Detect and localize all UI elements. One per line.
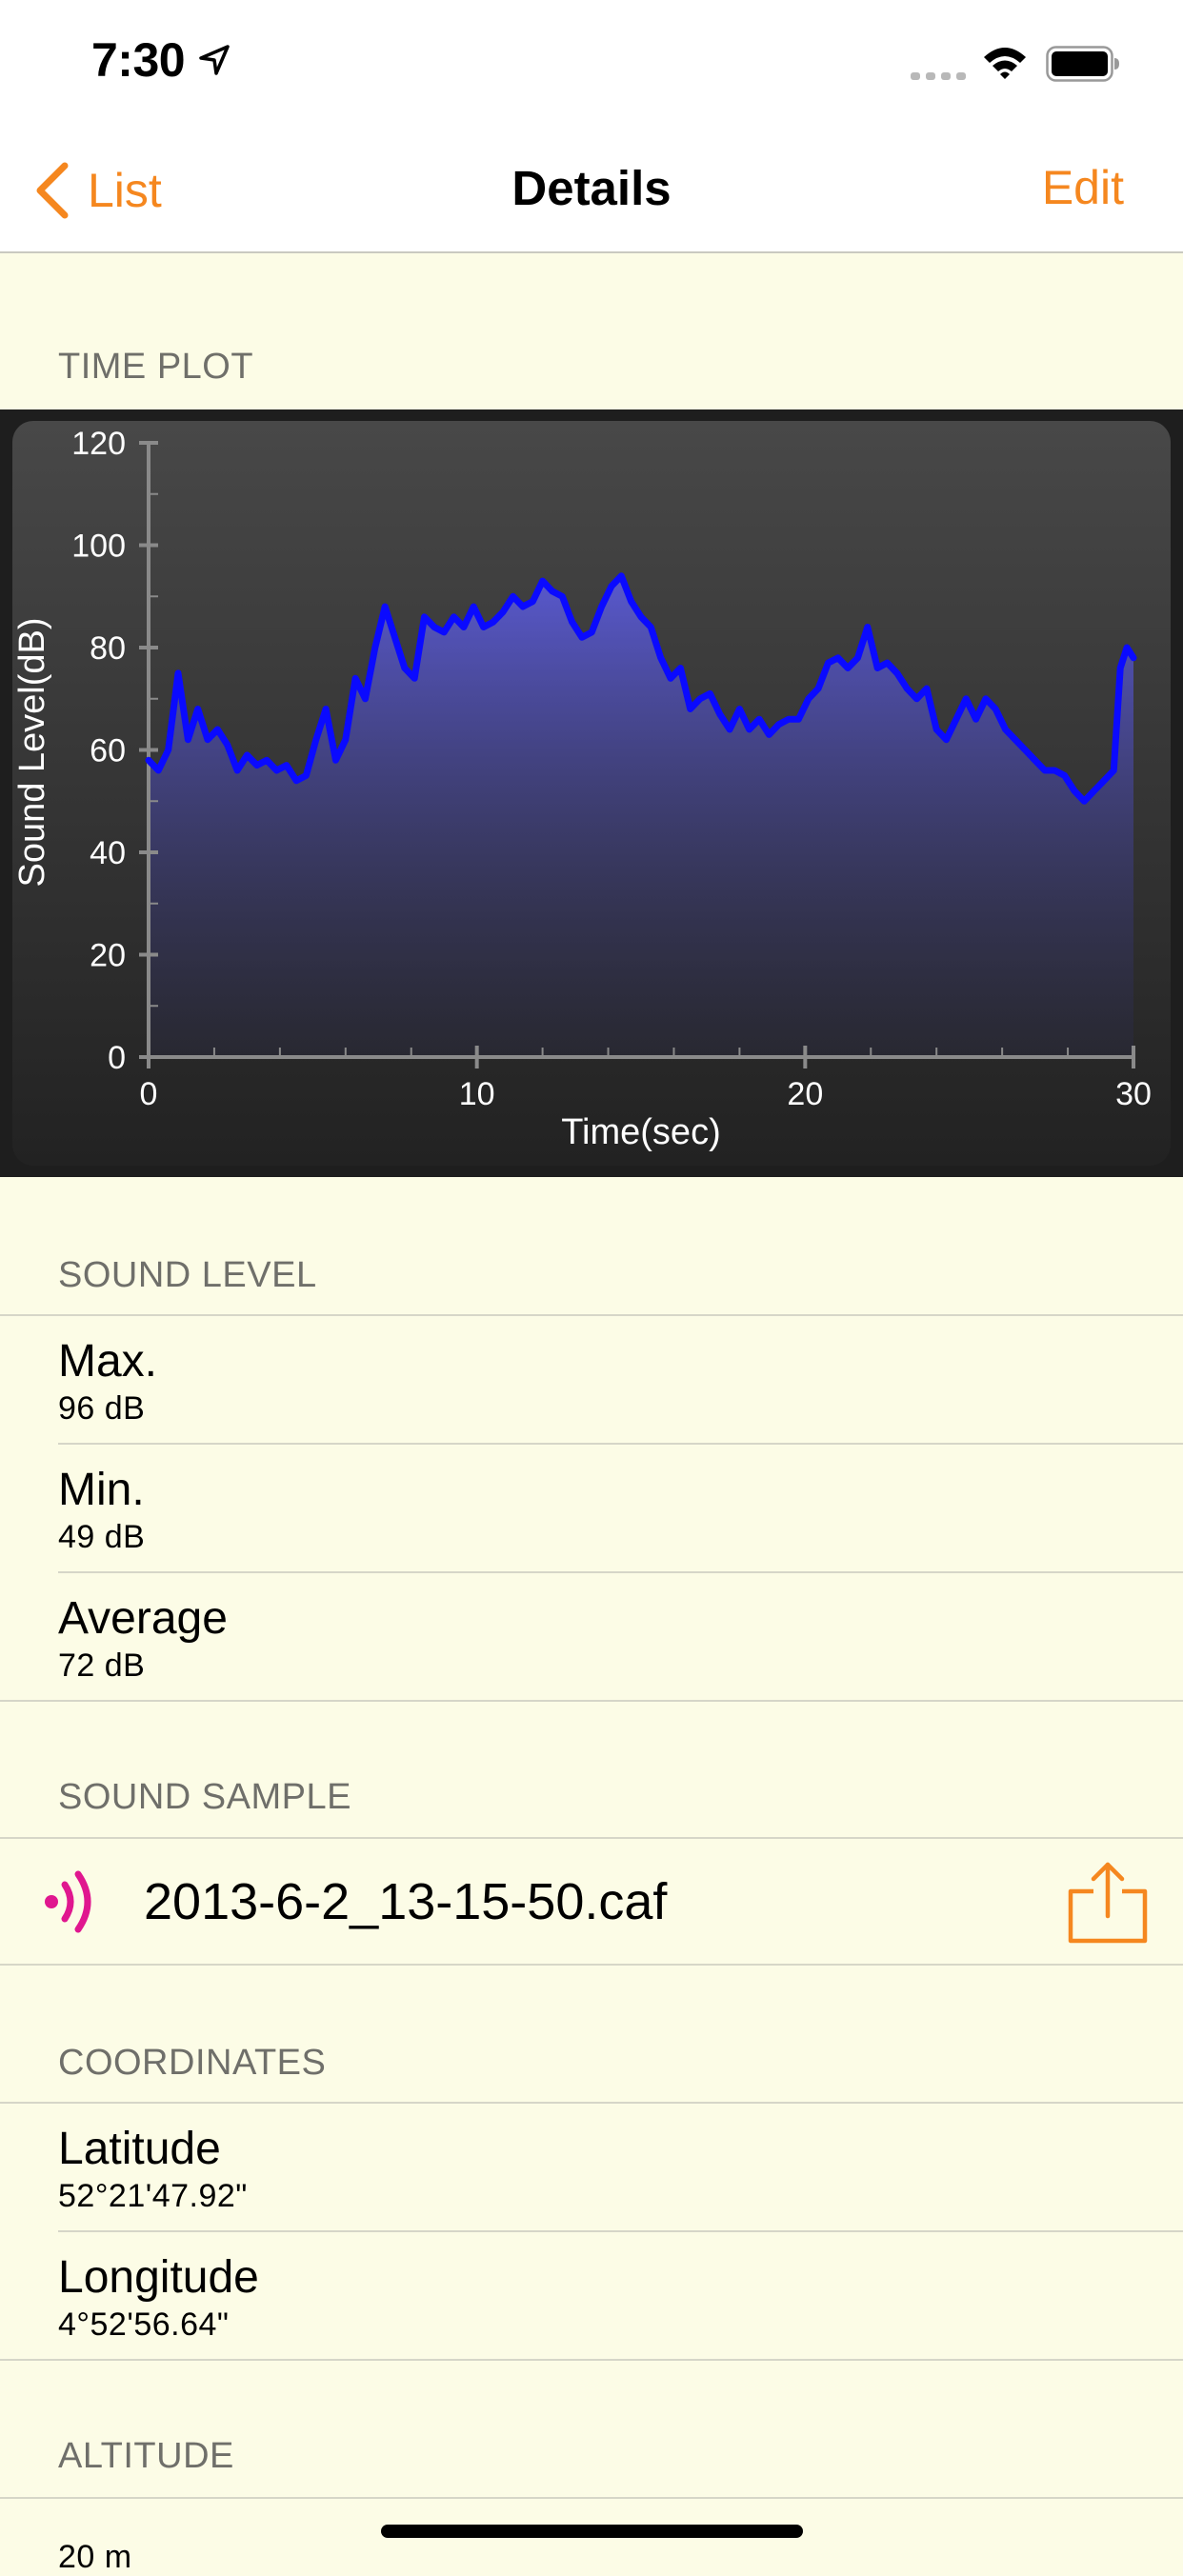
x-axis-label: Time(sec) xyxy=(561,1112,720,1152)
section-header-sound-sample: SOUND SAMPLE xyxy=(58,1777,351,1817)
y-tick-label: 120 xyxy=(71,426,126,462)
min-label: Min. xyxy=(58,1465,145,1515)
max-value: 96 dB xyxy=(58,1390,146,1427)
y-axis-label: Sound Level(dB) xyxy=(12,617,52,887)
status-time: 7:30 xyxy=(91,33,186,87)
share-icon[interactable] xyxy=(1065,1861,1151,1945)
y-tick-label: 20 xyxy=(90,938,126,974)
altitude-value: 20 m xyxy=(58,2539,132,2575)
section-header-coordinates: COORDINATES xyxy=(58,2043,327,2083)
list-item-min: Min. 49 dB xyxy=(0,1445,1183,1572)
longitude-value: 4°52'56.64" xyxy=(58,2306,230,2343)
y-tick-label: 100 xyxy=(71,529,126,565)
back-button[interactable]: List xyxy=(32,162,162,219)
x-tick-label: 20 xyxy=(787,1076,823,1112)
divider xyxy=(0,2359,1183,2361)
location-arrow-icon xyxy=(199,45,230,75)
y-tick-label: 40 xyxy=(90,835,126,871)
wifi-icon xyxy=(984,48,1026,79)
back-button-label: List xyxy=(88,164,162,217)
battery-icon xyxy=(1046,46,1119,82)
average-label: Average xyxy=(58,1593,228,1644)
y-tick-label: 60 xyxy=(90,733,126,769)
latitude-value: 52°21'47.92" xyxy=(58,2178,248,2214)
home-indicator xyxy=(381,2525,803,2538)
max-label: Max. xyxy=(58,1336,158,1387)
divider xyxy=(0,1700,1183,1702)
section-header-sound-level: SOUND LEVEL xyxy=(58,1255,317,1295)
edit-button[interactable]: Edit xyxy=(1042,160,1124,215)
navigation-bar: Details List Edit xyxy=(0,126,1183,253)
y-tick-label: 0 xyxy=(108,1040,126,1076)
latitude-label: Latitude xyxy=(58,2124,221,2174)
cellular-signal-icon xyxy=(911,72,966,80)
longitude-label: Longitude xyxy=(58,2252,259,2303)
average-value: 72 dB xyxy=(58,1647,146,1684)
sound-sample-row[interactable]: 2013-6-2_13-15-50.caf xyxy=(0,1838,1183,1964)
divider xyxy=(0,1964,1183,1966)
section-header-altitude: ALTITUDE xyxy=(58,2436,234,2476)
x-tick-label: 30 xyxy=(1115,1076,1152,1112)
list-item-average: Average 72 dB xyxy=(0,1573,1183,1701)
chart-canvas: 0 20 40 60 80 100 120 0 10 20 30 Time(sec) Sound Lev… xyxy=(12,421,1171,1166)
page-title: Details xyxy=(511,161,672,215)
list-item-longitude: Longitude 4°52'56.64" xyxy=(0,2232,1183,2360)
list-item-max: Max. 96 dB xyxy=(0,1316,1183,1444)
min-value: 49 dB xyxy=(58,1519,146,1555)
divider xyxy=(0,2497,1183,2499)
y-tick-label: 80 xyxy=(90,630,126,667)
speaker-icon xyxy=(45,1870,91,1933)
status-bar: 7:30 xyxy=(0,0,1183,126)
x-tick-label: 10 xyxy=(459,1076,495,1112)
list-item-latitude: Latitude 52°21'47.92" xyxy=(0,2104,1183,2231)
sample-filename: 2013-6-2_13-15-50.caf xyxy=(144,1873,668,1930)
time-plot-chart: 0 20 40 60 80 100 120 0 10 20 30 Time(sec) Sound Lev… xyxy=(0,409,1183,1177)
section-header-time-plot: TIME PLOT xyxy=(58,347,254,387)
chevron-left-icon xyxy=(36,162,69,219)
x-tick-label: 0 xyxy=(140,1076,158,1112)
